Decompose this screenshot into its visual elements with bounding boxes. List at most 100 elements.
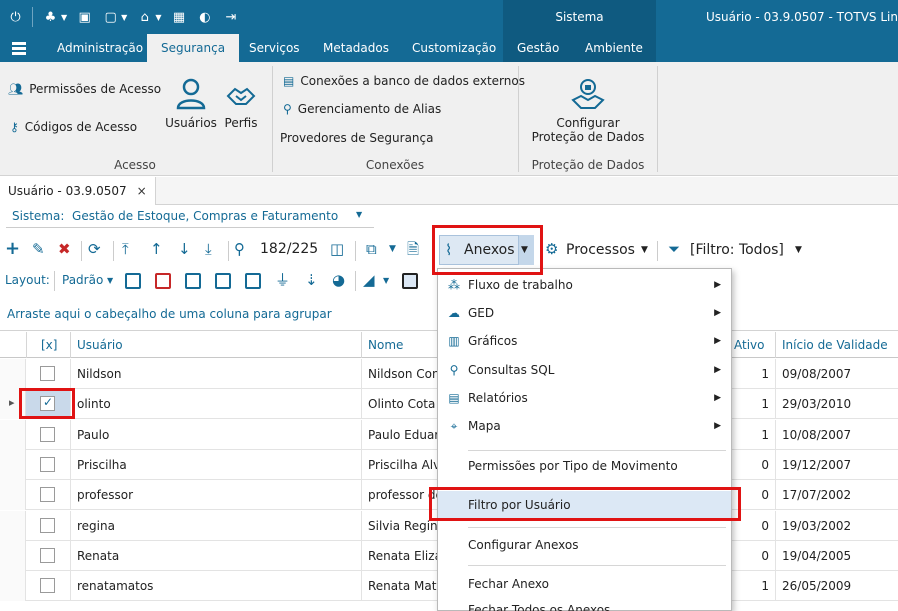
row-checkbox-cell[interactable] — [26, 359, 70, 389]
chevron-down-icon[interactable]: ▼ — [155, 13, 161, 22]
menu-item-ged[interactable]: ☁ GED ▶ — [438, 299, 731, 327]
menu-item-fechar-anexo[interactable]: Fechar Anexo — [438, 570, 731, 598]
row-checkbox[interactable] — [40, 487, 55, 503]
row-indicator[interactable] — [0, 571, 26, 602]
menu-item-relat-rios[interactable]: ▤ Relatórios ▶ — [438, 384, 731, 412]
cell-usuario[interactable]: Nildson — [70, 359, 361, 389]
menu-item-fechar-todos[interactable]: Fechar Todos os Anexos — [438, 596, 731, 611]
edit-icon[interactable]: ✎ — [32, 239, 45, 259]
cell-inicio-validade[interactable]: 19/04/2005 — [775, 540, 898, 571]
cell-usuario[interactable]: olinto — [70, 389, 361, 420]
hamburger-icon[interactable] — [12, 42, 26, 55]
column-ativo[interactable]: Ativo — [727, 332, 775, 358]
window-icon[interactable]: ▢ — [101, 8, 120, 27]
row-checkbox[interactable] — [40, 456, 55, 472]
cell-inicio-validade[interactable]: 19/03/2002 — [775, 510, 898, 541]
chevron-down-icon[interactable]: ▼ — [795, 240, 802, 260]
permissoes-acesso-button[interactable]: 👥︎ Permissões de Acesso — [8, 82, 161, 96]
column-usuario[interactable]: Usuário — [70, 332, 361, 358]
home-icon[interactable]: ⌂ — [135, 8, 154, 27]
last-record-icon[interactable]: ⤓ — [205, 239, 212, 259]
cell-inicio-validade[interactable]: 29/03/2010 — [775, 389, 898, 420]
row-checkbox[interactable] — [40, 426, 55, 442]
power-icon[interactable]: ⏻ — [6, 8, 25, 27]
gear-icon[interactable]: ⚙ — [545, 239, 558, 259]
next-record-icon[interactable]: ↓ — [178, 239, 191, 259]
row-indicator[interactable] — [0, 449, 26, 480]
cell-usuario[interactable]: regina — [70, 510, 361, 541]
search-icon[interactable]: ⚲ — [234, 239, 245, 259]
move-down-icon[interactable] — [245, 273, 261, 289]
cell-ativo[interactable]: 0 — [727, 540, 775, 571]
menu-item-gr-ficos[interactable]: ▥ Gráficos ▶ — [438, 327, 731, 355]
chevron-down-icon[interactable]: ▼ — [383, 271, 389, 291]
filtro-button[interactable]: [Filtro: Todos] — [690, 242, 784, 258]
row-indicator[interactable] — [0, 510, 26, 541]
gerenciamento-alias-button[interactable]: ⚲ Gerenciamento de Alias — [283, 102, 441, 116]
chevron-down-icon[interactable]: ▼ — [356, 210, 362, 219]
cell-ativo[interactable]: 1 — [727, 419, 775, 450]
panel-icon[interactable] — [402, 273, 418, 289]
cell-inicio-validade[interactable]: 19/12/2007 — [775, 449, 898, 480]
tab-ambiente[interactable]: Ambiente — [585, 34, 643, 62]
row-checkbox-cell[interactable] — [26, 541, 70, 571]
chevron-down-icon[interactable]: ▼ — [121, 13, 127, 22]
tab-administracao[interactable]: Administração — [57, 34, 143, 62]
row-indicator[interactable] — [0, 359, 26, 389]
cell-inicio-validade[interactable]: 10/08/2007 — [775, 419, 898, 450]
cell-ativo[interactable]: 1 — [727, 359, 775, 389]
cell-usuario[interactable]: renatamatos — [70, 571, 361, 602]
chevron-down-icon[interactable]: ▼ — [389, 239, 396, 259]
cell-usuario[interactable]: Renata — [70, 540, 361, 571]
shapes-icon[interactable]: ◕ — [332, 270, 345, 290]
row-indicator[interactable] — [0, 419, 26, 450]
sort-icon[interactable]: ⇣ — [305, 270, 318, 290]
cell-inicio-validade[interactable]: 09/08/2007 — [775, 359, 898, 389]
tab-customizacao[interactable]: Customização — [412, 34, 496, 62]
conexoes-externos-button[interactable]: ▤ Conexões a banco de dados externos — [283, 74, 525, 88]
chart-icon[interactable]: ◢ — [363, 270, 375, 290]
row-checkbox[interactable] — [40, 517, 55, 533]
tab-seguranca[interactable]: Segurança — [147, 34, 240, 62]
row-indicator[interactable] — [0, 540, 26, 571]
move-up-icon[interactable] — [215, 273, 231, 289]
chevron-down-icon[interactable]: ▼ — [61, 13, 67, 22]
menu-item-fluxo-de-trabalho[interactable]: ⁂ Fluxo de trabalho ▶ — [438, 271, 731, 299]
tab-metadados[interactable]: Metadados — [323, 34, 389, 62]
view-icon[interactable]: ▣ — [75, 8, 94, 27]
calculator-icon[interactable]: ▦ — [169, 8, 188, 27]
cell-usuario[interactable]: Paulo — [70, 419, 361, 450]
columns-icon[interactable]: ◫ — [330, 239, 344, 259]
exit-icon[interactable]: ⇥ — [221, 8, 240, 27]
filter-icon[interactable]: ⏷ — [668, 239, 680, 259]
chevron-down-icon[interactable]: ▼ — [107, 271, 113, 291]
column-check[interactable]: [x] — [26, 332, 70, 358]
globe-icon[interactable]: ◐ — [195, 8, 214, 27]
tab-usuario[interactable]: Usuário - 03.9.0507 × — [0, 177, 156, 205]
column-inicio-validade[interactable]: Início de Validade — [775, 332, 898, 358]
codigos-acesso-button[interactable]: ⚷ Códigos de Acesso — [10, 120, 137, 134]
cell-ativo[interactable]: 1 — [727, 571, 775, 602]
add-icon[interactable]: + — [5, 239, 20, 259]
cell-ativo[interactable]: 0 — [727, 449, 775, 480]
row-checkbox-cell[interactable] — [26, 420, 70, 450]
configurar-protecao-button[interactable]: Configurar Proteção de Dados — [520, 78, 656, 144]
cell-ativo[interactable]: 1 — [727, 389, 775, 420]
close-icon[interactable]: × — [137, 184, 147, 198]
menu-item-consultas-sql[interactable]: ⚲ Consultas SQL ▶ — [438, 356, 731, 384]
tab-gestao[interactable]: Gestão — [517, 34, 559, 62]
cell-usuario[interactable]: Priscilha — [70, 449, 361, 480]
cell-usuario[interactable]: professor — [70, 480, 361, 511]
sitemap-icon[interactable]: ♣ — [41, 8, 60, 27]
row-indicator[interactable] — [0, 480, 26, 511]
row-checkbox-cell[interactable] — [26, 480, 70, 510]
paint-icon[interactable]: ⏚ — [275, 270, 290, 290]
perfis-button[interactable]: Perfis — [220, 82, 262, 130]
document-icon[interactable]: 🗎︎ — [407, 239, 419, 259]
row-checkbox-cell[interactable] — [26, 511, 70, 541]
cell-inicio-validade[interactable]: 17/07/2002 — [775, 480, 898, 511]
open-external-icon[interactable]: ⧉ — [366, 239, 377, 259]
menu-item-mapa[interactable]: ⌖ Mapa ▶ — [438, 412, 731, 440]
cell-inicio-validade[interactable]: 26/05/2009 — [775, 571, 898, 602]
layout-select[interactable]: Padrão — [62, 273, 103, 287]
